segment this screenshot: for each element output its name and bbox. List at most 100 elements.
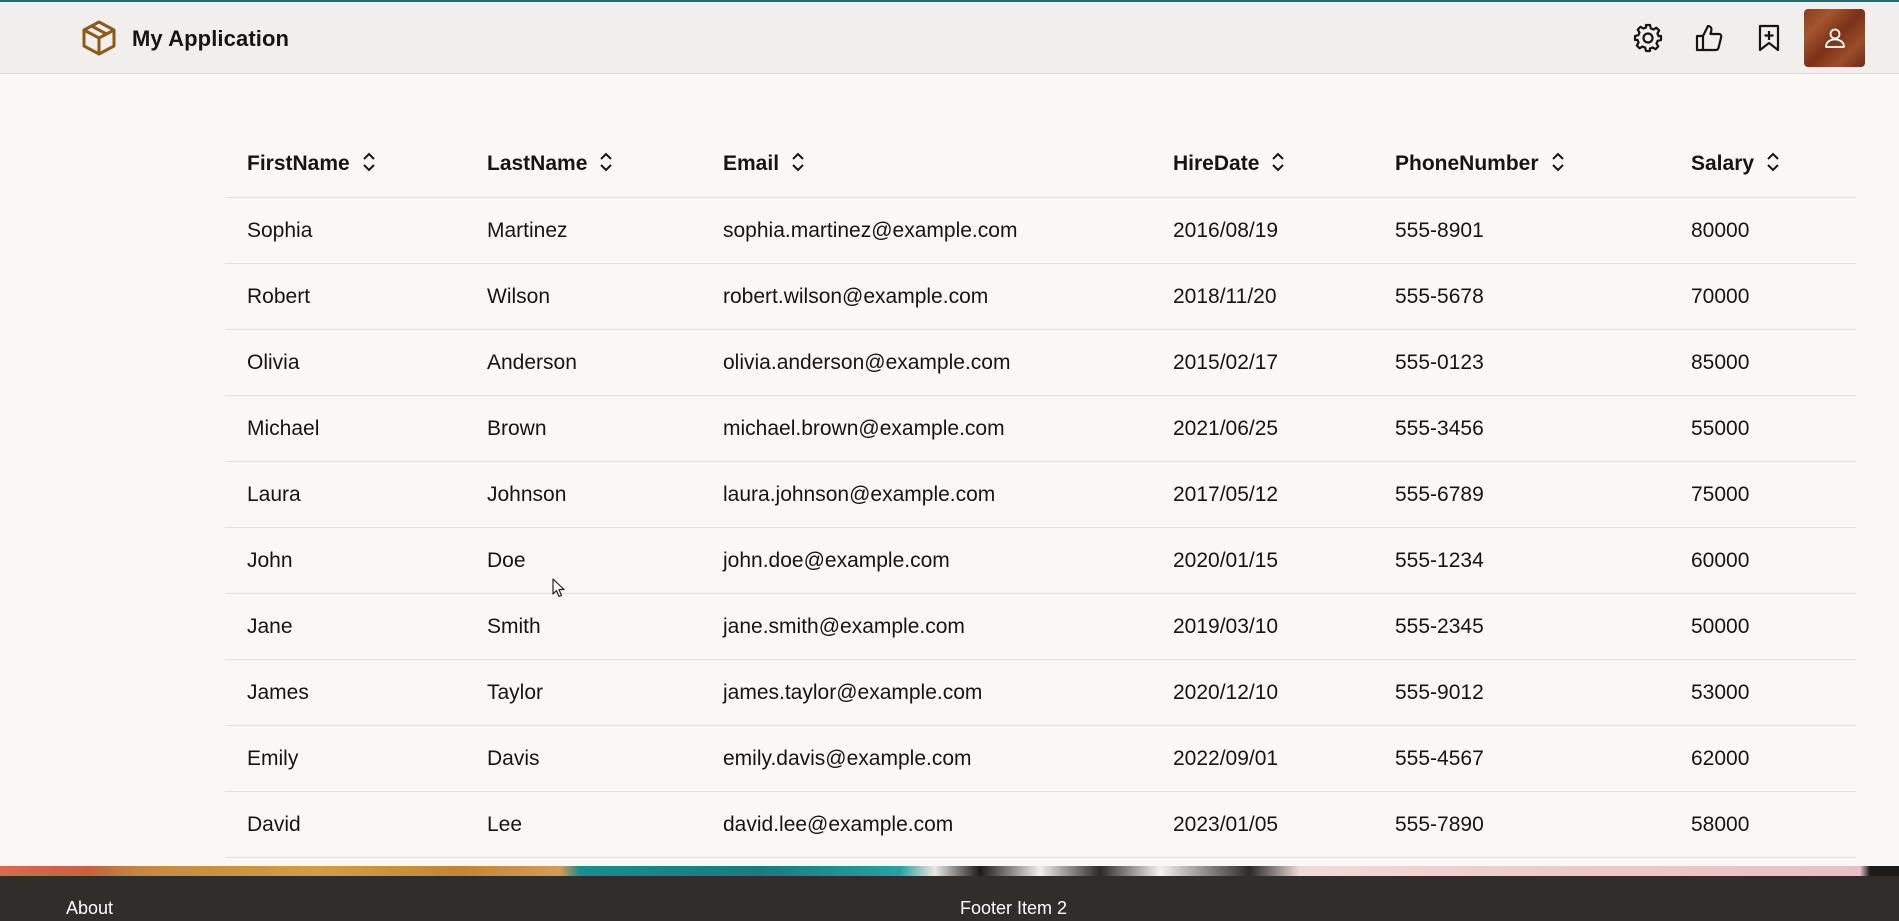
cell-email: emily.davis@example.com: [701, 725, 1151, 792]
decorative-pattern-strip: [0, 866, 1899, 876]
cell-hiredate: 2023/01/05: [1151, 791, 1373, 858]
cell-email: jane.smith@example.com: [701, 593, 1151, 660]
cell-email: david.lee@example.com: [701, 791, 1151, 858]
cell-email: robert.wilson@example.com: [701, 263, 1151, 330]
cell-firstname: Jane: [225, 593, 465, 660]
table-row[interactable]: James Taylor james.taylor@example.com 20…: [225, 659, 1856, 726]
sort-icon: [1767, 152, 1779, 172]
column-header-email[interactable]: Email: [701, 130, 1151, 198]
cell-phonenumber: 555-1234: [1373, 527, 1669, 594]
cell-email: john.doe@example.com: [701, 527, 1151, 594]
cell-hiredate: 2015/02/17: [1151, 329, 1373, 396]
sort-icon: [792, 152, 804, 172]
cell-hiredate: 2020/01/15: [1151, 527, 1373, 594]
cell-firstname: Olivia: [225, 329, 465, 396]
bookmark-button[interactable]: [1751, 20, 1787, 56]
thumbs-up-icon: [1695, 24, 1723, 52]
table-row[interactable]: Olivia Anderson olivia.anderson@example.…: [225, 329, 1856, 396]
sort-icon: [1551, 152, 1564, 172]
cell-hiredate: 2021/06/25: [1151, 395, 1373, 462]
cell-firstname: John: [225, 527, 465, 594]
cell-salary: 85000: [1669, 329, 1856, 396]
cell-phonenumber: 555-8901: [1373, 197, 1669, 264]
table-row[interactable]: Jane Smith jane.smith@example.com 2019/0…: [225, 593, 1856, 660]
cell-phonenumber: 555-6789: [1373, 461, 1669, 528]
cell-email: olivia.anderson@example.com: [701, 329, 1151, 396]
cell-email: michael.brown@example.com: [701, 395, 1151, 462]
cell-salary: 55000: [1669, 395, 1856, 462]
mouse-cursor-icon: [552, 578, 565, 598]
cell-hiredate: 2019/03/10: [1151, 593, 1373, 660]
like-button[interactable]: [1691, 20, 1727, 56]
cell-phonenumber: 555-0123: [1373, 329, 1669, 396]
table-row[interactable]: Robert Wilson robert.wilson@example.com …: [225, 263, 1856, 330]
cell-firstname: Emily: [225, 725, 465, 792]
settings-button[interactable]: [1630, 20, 1666, 56]
app-footer: About Footer Item 2: [0, 876, 1899, 921]
cell-salary: 70000: [1669, 263, 1856, 330]
cell-lastname: Davis: [465, 725, 701, 792]
footer-link-item-2[interactable]: Footer Item 2: [960, 898, 1067, 919]
cell-phonenumber: 555-9012: [1373, 659, 1669, 726]
cell-salary: 58000: [1669, 791, 1856, 858]
gear-icon: [1633, 23, 1663, 53]
cell-firstname: Sophia: [225, 197, 465, 264]
table-row[interactable]: Michael Brown michael.brown@example.com …: [225, 395, 1856, 462]
cell-phonenumber: 555-2345: [1373, 593, 1669, 660]
cell-lastname: Smith: [465, 593, 701, 660]
cell-firstname: Robert: [225, 263, 465, 330]
app-header: My Application: [0, 2, 1899, 74]
table-row[interactable]: Emily Davis emily.davis@example.com 2022…: [225, 725, 1856, 792]
sort-icon: [600, 152, 613, 172]
cell-hiredate: 2020/12/10: [1151, 659, 1373, 726]
cell-salary: 53000: [1669, 659, 1856, 726]
cell-firstname: Michael: [225, 395, 465, 462]
column-header-firstname[interactable]: FirstName: [225, 130, 465, 198]
cell-salary: 50000: [1669, 593, 1856, 660]
cell-lastname: Doe: [465, 527, 701, 594]
cell-lastname: Taylor: [465, 659, 701, 726]
cell-salary: 60000: [1669, 527, 1856, 594]
cell-hiredate: 2022/09/01: [1151, 725, 1373, 792]
table-header-row: FirstName LastName Email HireDate PhoneN…: [225, 130, 1856, 198]
table-row[interactable]: Laura Johnson laura.johnson@example.com …: [225, 461, 1856, 528]
cell-email: sophia.martinez@example.com: [701, 197, 1151, 264]
cell-email: james.taylor@example.com: [701, 659, 1151, 726]
cube-icon: [82, 20, 116, 56]
sort-icon: [1272, 152, 1285, 172]
cell-firstname: David: [225, 791, 465, 858]
table-row[interactable]: Sophia Martinez sophia.martinez@example.…: [225, 197, 1856, 264]
cell-lastname: Lee: [465, 791, 701, 858]
user-icon: [1824, 28, 1845, 48]
column-header-hiredate[interactable]: HireDate: [1151, 130, 1373, 198]
cell-lastname: Martinez: [465, 197, 701, 264]
sort-icon: [362, 152, 375, 172]
column-header-lastname[interactable]: LastName: [465, 130, 701, 198]
cell-hiredate: 2018/11/20: [1151, 263, 1373, 330]
app-title: My Application: [132, 26, 290, 51]
cell-hiredate: 2016/08/19: [1151, 197, 1373, 264]
cell-firstname: Laura: [225, 461, 465, 528]
cell-firstname: James: [225, 659, 465, 726]
employee-table: FirstName LastName Email HireDate PhoneN…: [225, 130, 1856, 858]
table-row[interactable]: David Lee david.lee@example.com 2023/01/…: [225, 791, 1856, 858]
cell-salary: 80000: [1669, 197, 1856, 264]
bookmark-add-icon: [1758, 24, 1780, 52]
cell-salary: 75000: [1669, 461, 1856, 528]
cell-phonenumber: 555-4567: [1373, 725, 1669, 792]
cell-lastname: Brown: [465, 395, 701, 462]
cell-salary: 62000: [1669, 725, 1856, 792]
column-header-salary[interactable]: Salary: [1669, 130, 1856, 198]
cell-phonenumber: 555-3456: [1373, 395, 1669, 462]
cell-hiredate: 2017/05/12: [1151, 461, 1373, 528]
cell-email: laura.johnson@example.com: [701, 461, 1151, 528]
column-header-phonenumber[interactable]: PhoneNumber: [1373, 130, 1669, 198]
cell-lastname: Anderson: [465, 329, 701, 396]
table-row[interactable]: John Doe john.doe@example.com 2020/01/15…: [225, 527, 1856, 594]
cell-phonenumber: 555-5678: [1373, 263, 1669, 330]
user-avatar-button[interactable]: [1804, 9, 1865, 67]
cell-phonenumber: 555-7890: [1373, 791, 1669, 858]
cell-lastname: Johnson: [465, 461, 701, 528]
footer-link-about[interactable]: About: [66, 898, 113, 919]
cell-lastname: Wilson: [465, 263, 701, 330]
